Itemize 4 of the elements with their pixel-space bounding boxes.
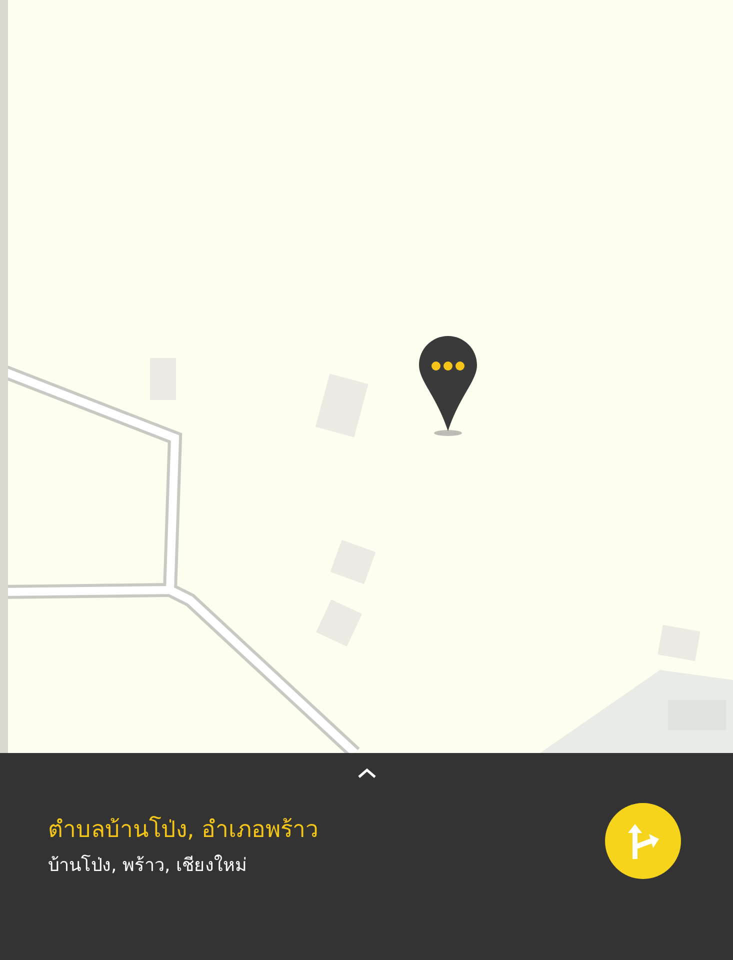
- place-title: ตำบลบ้านโป่ง, อำเภอพร้าว: [48, 816, 319, 846]
- location-pin-icon[interactable]: [418, 335, 478, 437]
- chevron-up-icon[interactable]: [356, 767, 376, 779]
- place-address: บ้านโป่ง, พร้าว, เชียงใหม่: [48, 855, 248, 878]
